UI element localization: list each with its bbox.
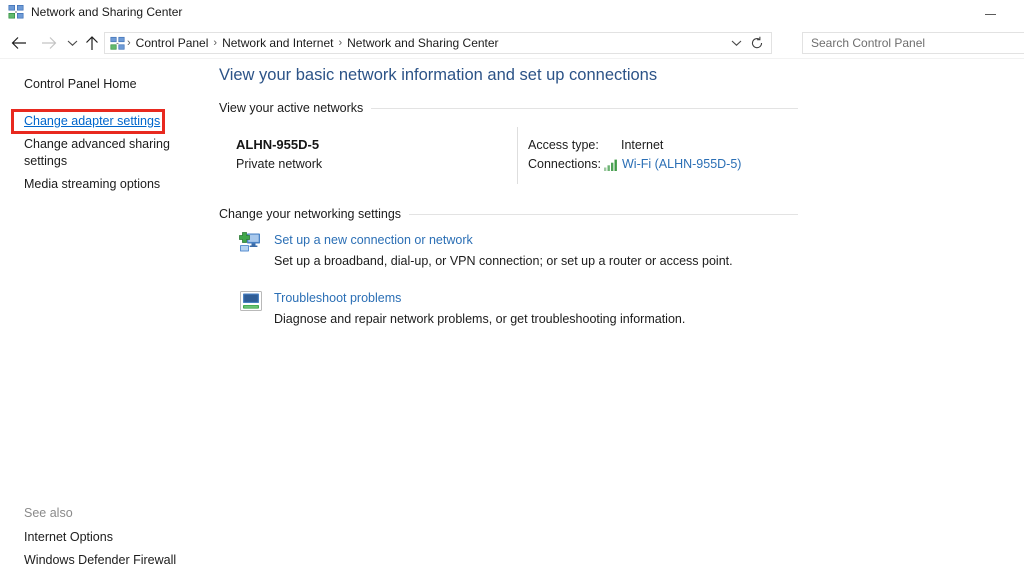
active-network-name: ALHN-955D-5 xyxy=(236,137,320,152)
task-link-troubleshoot-problems[interactable]: Troubleshoot problems xyxy=(274,290,401,306)
chevron-down-icon xyxy=(731,40,741,46)
arrow-up-icon xyxy=(86,35,98,50)
see-also-item-windows-defender-firewall[interactable]: Windows Defender Firewall xyxy=(24,552,176,568)
sidebar-item-change-advanced-sharing-settings[interactable]: Change advanced sharing settings xyxy=(24,136,174,170)
change-adapter-settings-highlight xyxy=(11,109,165,134)
address-dropdown-button[interactable] xyxy=(727,33,745,53)
breadcrumb-control-panel[interactable]: Control Panel xyxy=(132,33,213,53)
title-bar: Network and Sharing Center xyxy=(0,0,1024,28)
wifi-signal-bars-icon xyxy=(604,158,619,171)
refresh-button[interactable] xyxy=(747,33,767,53)
search-box[interactable] xyxy=(802,32,1024,54)
refresh-icon xyxy=(751,36,763,49)
section-title-active-networks: View your active networks xyxy=(219,100,372,116)
address-bar[interactable]: › Control Panel › Network and Internet ›… xyxy=(104,32,772,54)
sidebar-item-control-panel-home[interactable]: Control Panel Home xyxy=(24,76,137,92)
up-one-level-button[interactable] xyxy=(80,28,104,58)
network-panel-divider xyxy=(517,127,518,184)
arrow-right-icon xyxy=(42,37,57,49)
access-type-value: Internet xyxy=(621,138,664,152)
breadcrumb-network-and-internet[interactable]: Network and Internet xyxy=(218,33,337,53)
active-network-type: Private network xyxy=(236,157,323,171)
minimize-button[interactable] xyxy=(968,0,1012,28)
breadcrumb-network-and-sharing-center[interactable]: Network and Sharing Center xyxy=(343,33,502,53)
task-link-setup-new-connection[interactable]: Set up a new connection or network xyxy=(274,232,473,248)
address-network-icon xyxy=(110,36,125,51)
troubleshoot-icon xyxy=(239,289,263,313)
access-type-label: Access type: xyxy=(528,138,599,152)
search-input[interactable] xyxy=(803,33,1024,53)
sidebar-item-media-streaming-options[interactable]: Media streaming options xyxy=(24,176,160,192)
task-description-troubleshoot-problems: Diagnose and repair network problems, or… xyxy=(274,312,686,326)
arrow-left-icon xyxy=(11,37,26,49)
page-title: View your basic network information and … xyxy=(219,66,658,84)
minimize-icon xyxy=(984,13,996,15)
connections-value-link[interactable]: Wi-Fi (ALHN-955D-5) xyxy=(622,156,741,172)
back-button[interactable] xyxy=(6,28,32,58)
network-sharing-icon xyxy=(8,4,24,20)
connections-label: Connections: xyxy=(528,157,601,171)
task-description-setup-new-connection: Set up a broadband, dial-up, or VPN conn… xyxy=(274,254,733,268)
see-also-item-internet-options[interactable]: Internet Options xyxy=(24,529,113,545)
recent-locations-button[interactable] xyxy=(62,28,82,58)
chevron-down-icon xyxy=(67,40,77,46)
section-title-networking-settings: Change your networking settings xyxy=(219,206,410,222)
see-also-title: See also xyxy=(24,506,73,520)
forward-button[interactable] xyxy=(36,28,62,58)
window-title: Network and Sharing Center xyxy=(31,5,183,19)
new-connection-icon xyxy=(238,231,262,255)
